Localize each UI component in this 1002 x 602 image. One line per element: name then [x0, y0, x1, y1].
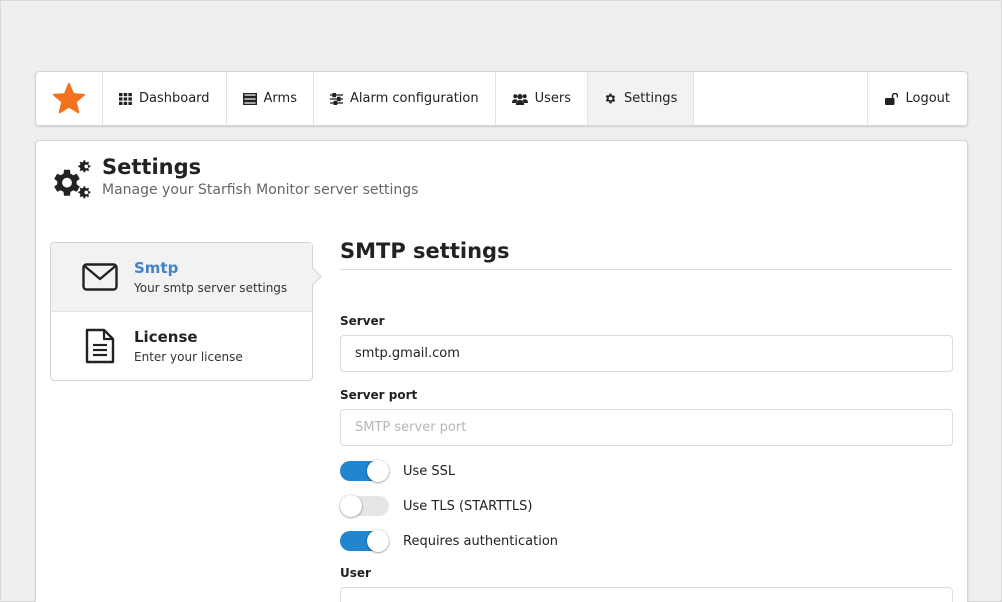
- settings-menu: Smtp Your smtp server settings License E…: [50, 242, 313, 381]
- logo[interactable]: [36, 72, 103, 125]
- nav-arms-label: Arms: [263, 91, 297, 106]
- menu-item-smtp[interactable]: Smtp Your smtp server settings: [51, 243, 312, 311]
- menu-item-description: Your smtp server settings: [134, 281, 288, 295]
- page-title: Settings: [102, 155, 202, 179]
- menu-item-license[interactable]: License Enter your license: [51, 311, 312, 380]
- server-port-input[interactable]: [340, 409, 953, 446]
- page-header-text: Settings Manage your Starfish Monitor se…: [102, 154, 418, 202]
- sliders-icon: [329, 92, 343, 105]
- use-tls-toggle-row[interactable]: Use TLS (STARTTLS): [340, 495, 953, 517]
- smtp-settings-heading: SMTP settings: [340, 239, 953, 270]
- nav-alarm-configuration[interactable]: Alarm configuration: [314, 72, 496, 125]
- use-ssl-label: Use SSL: [403, 463, 456, 479]
- logout-button[interactable]: Logout: [867, 72, 967, 125]
- user-input[interactable]: [340, 587, 953, 602]
- use-ssl-toggle-row[interactable]: Use SSL: [340, 460, 953, 482]
- menu-item-description: Enter your license: [134, 350, 243, 364]
- server-port-label: Server port: [340, 388, 418, 402]
- server-field: Server: [340, 314, 953, 372]
- grid-icon: [119, 92, 132, 105]
- page-subtitle: Manage your Starfish Monitor server sett…: [102, 182, 419, 198]
- server-input[interactable]: [340, 335, 953, 372]
- use-tls-toggle[interactable]: [340, 495, 389, 517]
- gear-icon: [605, 93, 616, 104]
- page-header: Settings Manage your Starfish Monitor se…: [50, 154, 418, 202]
- toggle-knob: [340, 495, 362, 517]
- requires-auth-label: Requires authentication: [403, 533, 559, 549]
- gears-icon: [54, 160, 91, 199]
- settings-card: Settings Manage your Starfish Monitor se…: [35, 140, 968, 602]
- envelope-icon: [81, 258, 119, 296]
- use-ssl-toggle[interactable]: [340, 460, 389, 482]
- user-label: User: [340, 566, 371, 580]
- nav-arms[interactable]: Arms: [227, 72, 314, 125]
- nav-dashboard-label: Dashboard: [139, 91, 210, 106]
- toggle-knob: [367, 460, 389, 482]
- menu-item-title: License: [134, 328, 198, 346]
- file-text-icon: [81, 327, 119, 365]
- requires-auth-toggle-row[interactable]: Requires authentication: [340, 530, 953, 552]
- logout-label: Logout: [905, 91, 950, 106]
- menu-item-title: Smtp: [134, 259, 179, 277]
- server-port-field: Server port: [340, 388, 953, 446]
- unlock-icon: [885, 92, 899, 105]
- menu-item-smtp-text: Smtp Your smtp server settings: [134, 259, 287, 295]
- toggle-knob: [367, 530, 389, 552]
- star-icon: [52, 82, 86, 113]
- nav-users-label: Users: [534, 91, 572, 106]
- server-label: Server: [340, 314, 385, 328]
- top-navigation: Dashboard Arms Alarm configuration Users…: [35, 71, 968, 126]
- nav-settings-label: Settings: [624, 91, 678, 106]
- use-tls-label: Use TLS (STARTTLS): [403, 498, 533, 514]
- nav-dashboard[interactable]: Dashboard: [103, 72, 227, 125]
- list-icon: [242, 92, 257, 105]
- user-field: User: [340, 566, 953, 602]
- nav-users[interactable]: Users: [496, 72, 589, 125]
- users-icon: [511, 93, 528, 105]
- nav-settings[interactable]: Settings: [588, 72, 695, 125]
- smtp-settings-form: SMTP settings Server Server port Use SSL…: [340, 239, 953, 602]
- nav-alarm-configuration-label: Alarm configuration: [349, 91, 479, 106]
- requires-auth-toggle[interactable]: [340, 530, 389, 552]
- menu-item-license-text: License Enter your license: [134, 328, 243, 364]
